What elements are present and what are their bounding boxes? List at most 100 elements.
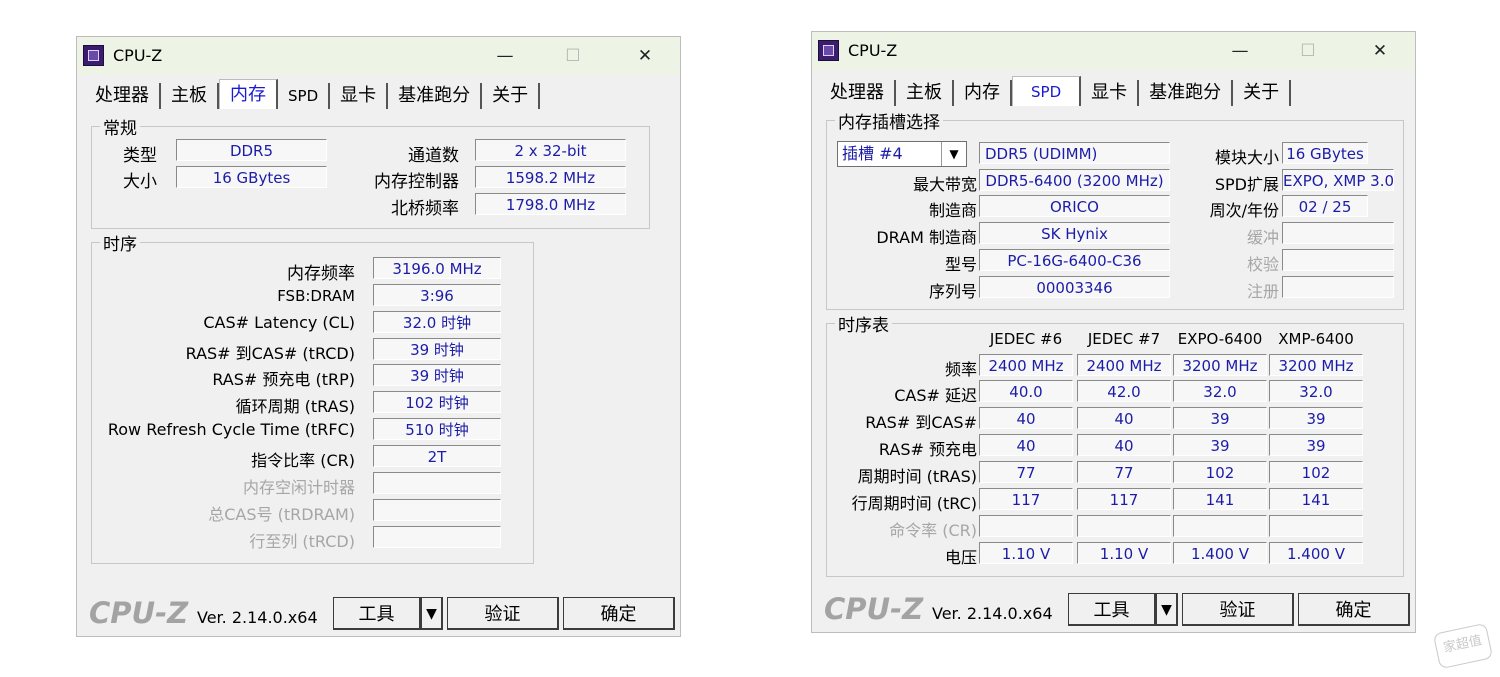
cpuz-window-memory: CPU-Z — ☐ ✕ 处理器 主板 内存 SPD 显卡 基准跑分 关于 常规 … bbox=[76, 36, 681, 637]
timing-value: 3:96 bbox=[373, 284, 501, 306]
correction-value bbox=[1282, 249, 1394, 271]
timing-cell: 39 bbox=[1173, 434, 1267, 456]
timing-cell: 40 bbox=[979, 407, 1073, 429]
minimize-icon[interactable]: — bbox=[485, 42, 525, 70]
max-bandwidth-value: DDR5-6400 (3200 MHz) bbox=[979, 169, 1170, 191]
timing-cell: 3200 MHz bbox=[1269, 354, 1363, 376]
channels-value: 2 x 32-bit bbox=[475, 139, 626, 161]
timing-cell: 2400 MHz bbox=[1077, 354, 1171, 376]
tools-button[interactable]: 工具 bbox=[333, 597, 421, 630]
timing-cell: 141 bbox=[1173, 488, 1267, 510]
timing-label: 指令比率 (CR) bbox=[251, 451, 355, 470]
timing-cell: 39 bbox=[1269, 434, 1363, 456]
timing-label: RAS# 预充电 (tRP) bbox=[212, 370, 355, 389]
tab-bench[interactable]: 基准跑分 bbox=[388, 83, 483, 109]
tab-spd[interactable]: SPD bbox=[278, 83, 331, 109]
col-header: JEDEC #7 bbox=[1087, 330, 1161, 348]
timing-value: 39 时钟 bbox=[373, 364, 501, 386]
tab-cpu[interactable]: 处理器 bbox=[820, 80, 896, 106]
size-label: 大小 bbox=[123, 172, 157, 192]
timing-cell: 1.10 V bbox=[979, 542, 1073, 564]
title-bar[interactable]: CPU-Z — ☐ ✕ bbox=[812, 32, 1415, 70]
registered-value bbox=[1282, 276, 1394, 298]
tab-about[interactable]: 关于 bbox=[1233, 80, 1292, 106]
timing-cell: 40 bbox=[1077, 434, 1171, 456]
tab-cpu[interactable]: 处理器 bbox=[85, 83, 161, 109]
spd-ext-value: EXPO, XMP 3.0 bbox=[1282, 169, 1394, 191]
timing-label: CAS# Latency (CL) bbox=[203, 313, 355, 332]
chevron-down-icon[interactable]: ▼ bbox=[941, 142, 966, 166]
validate-button[interactable]: 验证 bbox=[1182, 593, 1294, 626]
tools-dropdown-icon[interactable]: ▼ bbox=[1156, 593, 1178, 626]
timing-cell: 39 bbox=[1269, 407, 1363, 429]
dram-manufacturer-label: DRAM 制造商 bbox=[876, 228, 977, 247]
watermark-logo: 家超值 bbox=[1432, 622, 1494, 670]
cpuz-logo: CPU-Z bbox=[824, 592, 924, 626]
buffered-label: 缓冲 bbox=[1246, 228, 1279, 247]
timing-cell: 141 bbox=[1269, 488, 1363, 510]
timing-value: 32.0 时钟 bbox=[373, 311, 501, 333]
timing-label: 循环周期 (tRAS) bbox=[235, 397, 355, 416]
validate-button[interactable]: 验证 bbox=[447, 597, 559, 630]
timing-value bbox=[373, 499, 501, 521]
window-title: CPU-Z bbox=[848, 41, 898, 60]
general-group-title: 常规 bbox=[100, 114, 140, 139]
tools-dropdown-icon[interactable]: ▼ bbox=[421, 597, 443, 630]
tab-graphics[interactable]: 显卡 bbox=[1081, 80, 1140, 106]
timing-cell: 32.0 bbox=[1173, 380, 1267, 402]
type-label: 类型 bbox=[123, 146, 157, 166]
manufacturer-label: 制造商 bbox=[928, 201, 977, 220]
slot-select[interactable]: 插槽 #4 ▼ bbox=[837, 141, 967, 167]
close-icon[interactable]: ✕ bbox=[625, 42, 665, 70]
tools-button[interactable]: 工具 bbox=[1068, 593, 1156, 626]
footer-bar: CPU-Z Ver. 2.14.0.x64 工具 ▼ 验证 确定 bbox=[812, 590, 1415, 632]
timings-table-group: 时序表 JEDEC #6 JEDEC #7 EXPO-6400 XMP-6400… bbox=[826, 311, 1404, 577]
tab-bench[interactable]: 基准跑分 bbox=[1139, 80, 1234, 106]
timing-value: 39 时钟 bbox=[373, 338, 501, 360]
buffered-value bbox=[1282, 222, 1394, 244]
timing-row-label: 电压 bbox=[944, 548, 977, 567]
timing-cell: 102 bbox=[1269, 461, 1363, 483]
nb-freq-label: 北桥频率 bbox=[391, 199, 459, 219]
size-value: 16 GBytes bbox=[176, 166, 327, 188]
timing-cell: 3200 MHz bbox=[1173, 354, 1267, 376]
title-bar[interactable]: CPU-Z — ☐ ✕ bbox=[77, 37, 680, 75]
maximize-icon[interactable]: ☐ bbox=[553, 42, 593, 70]
part-number-label: 型号 bbox=[944, 255, 977, 274]
registered-label: 注册 bbox=[1246, 282, 1279, 301]
timing-value: 510 时钟 bbox=[373, 418, 501, 440]
tab-bar: 处理器 主板 内存 SPD 显卡 基准跑分 关于 bbox=[820, 76, 1292, 106]
ok-button[interactable]: 确定 bbox=[1298, 593, 1410, 626]
timing-cell bbox=[979, 515, 1073, 537]
tab-mainboard[interactable]: 主板 bbox=[161, 83, 219, 109]
close-icon[interactable]: ✕ bbox=[1360, 37, 1400, 65]
tab-graphics[interactable]: 显卡 bbox=[330, 83, 389, 109]
timings-group: 时序 内存频率 3196.0 MHz FSB:DRAM 3:96 CAS# La… bbox=[91, 230, 534, 564]
cpuz-app-icon bbox=[83, 45, 104, 66]
type-value: DDR5 bbox=[176, 139, 327, 161]
timing-label: 内存频率 bbox=[287, 264, 355, 284]
timing-label: RAS# 到CAS# (tRCD) bbox=[185, 344, 355, 363]
tab-mainboard[interactable]: 主板 bbox=[896, 80, 954, 106]
correction-label: 校验 bbox=[1246, 255, 1279, 274]
tab-spd[interactable]: SPD bbox=[1012, 76, 1082, 106]
timing-cell: 32.0 bbox=[1269, 380, 1363, 402]
timing-cell: 42.0 bbox=[1077, 380, 1171, 402]
timing-label: 内存空闲计时器 bbox=[242, 478, 355, 497]
serial-number-label: 序列号 bbox=[928, 282, 977, 301]
timing-label: 总CAS号 (tRDRAM) bbox=[208, 505, 355, 524]
timing-row-label: 命令率 (CR) bbox=[889, 521, 977, 540]
timing-cell: 102 bbox=[1173, 461, 1267, 483]
tab-bar: 处理器 主板 内存 SPD 显卡 基准跑分 关于 bbox=[85, 79, 541, 109]
nb-freq-value: 1798.0 MHz bbox=[475, 193, 626, 215]
timing-row-label: CAS# 延迟 bbox=[894, 386, 977, 405]
minimize-icon[interactable]: — bbox=[1220, 37, 1260, 65]
tab-memory[interactable]: 内存 bbox=[954, 80, 1012, 106]
ok-button[interactable]: 确定 bbox=[563, 597, 675, 630]
tab-about[interactable]: 关于 bbox=[482, 83, 541, 109]
timing-cell bbox=[1269, 515, 1363, 537]
part-number-value: PC-16G-6400-C36 bbox=[979, 249, 1170, 271]
tab-memory[interactable]: 内存 bbox=[219, 79, 278, 109]
mem-ctrl-label: 内存控制器 bbox=[374, 172, 459, 192]
maximize-icon[interactable]: ☐ bbox=[1288, 37, 1328, 65]
